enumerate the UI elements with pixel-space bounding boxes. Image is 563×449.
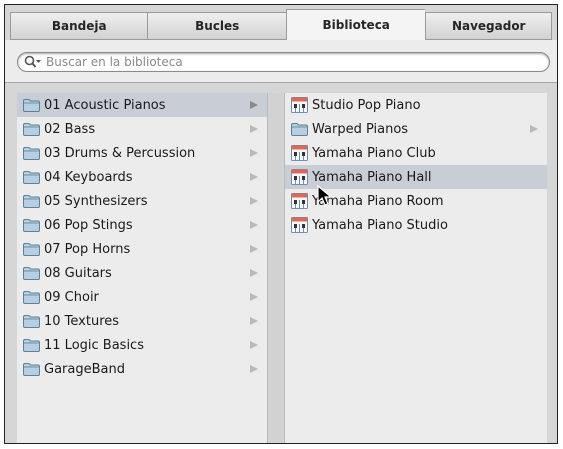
search-input[interactable]	[42, 55, 506, 69]
patch-item[interactable]: Yamaha Piano Hall	[285, 165, 547, 189]
submenu-arrow-icon	[250, 221, 258, 229]
patch-label: Yamaha Piano Club	[312, 145, 436, 161]
folder-icon	[23, 242, 40, 256]
category-label: 05 Synthesizers	[44, 193, 148, 209]
folder-icon	[23, 362, 40, 376]
patch-icon	[291, 97, 308, 113]
category-label: 01 Acoustic Pianos	[44, 97, 166, 113]
patch-label: Studio Pop Piano	[312, 97, 421, 113]
submenu-arrow-icon	[250, 173, 258, 181]
folder-icon	[23, 338, 40, 352]
tab-bucles[interactable]: Bucles	[147, 12, 286, 40]
category-item[interactable]: 08 Guitars	[17, 261, 267, 285]
tab-label: Bandeja	[51, 19, 107, 33]
tab-bar: Bandeja Bucles Biblioteca Navegador	[10, 9, 552, 40]
folder-icon	[23, 266, 40, 280]
category-label: 09 Choir	[44, 289, 99, 305]
search-field[interactable]	[17, 52, 550, 72]
submenu-arrow-icon	[250, 149, 258, 157]
patch-item[interactable]: Yamaha Piano Club	[285, 141, 547, 165]
category-label: 07 Pop Horns	[44, 241, 131, 257]
patch-item[interactable]: Studio Pop Piano	[285, 93, 547, 117]
category-label: 06 Pop Stings	[44, 217, 133, 233]
category-item[interactable]: 01 Acoustic Pianos	[17, 93, 267, 117]
library-panel: Bandeja Bucles Biblioteca Navegador 01 A…	[4, 4, 558, 444]
folder-icon	[23, 218, 40, 232]
patch-icon	[291, 217, 308, 233]
patch-label: Warped Pianos	[312, 121, 409, 137]
submenu-arrow-icon	[250, 245, 258, 253]
patch-icon	[291, 193, 308, 209]
folder-icon	[23, 194, 40, 208]
patch-icon	[291, 145, 308, 161]
patch-label: Yamaha Piano Hall	[312, 169, 432, 185]
tab-navegador[interactable]: Navegador	[425, 12, 552, 40]
submenu-arrow-icon	[530, 125, 538, 133]
category-label: 08 Guitars	[44, 265, 112, 281]
patch-item[interactable]: Yamaha Piano Room	[285, 189, 547, 213]
submenu-arrow-icon	[250, 101, 258, 109]
submenu-arrow-icon	[250, 293, 258, 301]
tab-label: Biblioteca	[322, 18, 390, 32]
category-item[interactable]: 06 Pop Stings	[17, 213, 267, 237]
patch-item[interactable]: Warped Pianos	[285, 117, 547, 141]
patch-icon	[291, 169, 308, 185]
submenu-arrow-icon	[250, 197, 258, 205]
patch-label: Yamaha Piano Room	[312, 193, 444, 209]
category-item[interactable]: 07 Pop Horns	[17, 237, 267, 261]
submenu-arrow-icon	[250, 317, 258, 325]
patch-item[interactable]: Yamaha Piano Studio	[285, 213, 547, 237]
category-label: GarageBand	[44, 361, 125, 377]
tab-bandeja[interactable]: Bandeja	[10, 12, 148, 40]
patch-label: Yamaha Piano Studio	[312, 217, 448, 233]
tab-label: Navegador	[451, 19, 526, 33]
category-item[interactable]: 04 Keyboards	[17, 165, 267, 189]
folder-icon	[291, 122, 308, 136]
category-list: 01 Acoustic Pianos 02 Bass 03 Drums & Perc…	[17, 93, 268, 443]
category-item[interactable]: 02 Bass	[17, 117, 267, 141]
category-label: 11 Logic Basics	[44, 337, 144, 353]
submenu-arrow-icon	[250, 269, 258, 277]
submenu-arrow-icon	[250, 341, 258, 349]
category-label: 04 Keyboards	[44, 169, 133, 185]
category-item[interactable]: 03 Drums & Percussion	[17, 141, 267, 165]
submenu-arrow-icon	[250, 125, 258, 133]
folder-icon	[23, 314, 40, 328]
patch-list: Studio Pop Piano Warped Pianos Yamaha Pian…	[284, 93, 547, 443]
folder-icon	[23, 98, 40, 112]
category-item[interactable]: 11 Logic Basics	[17, 333, 267, 357]
submenu-arrow-icon	[250, 365, 258, 373]
category-label: 02 Bass	[44, 121, 96, 137]
category-item[interactable]: GarageBand	[17, 357, 267, 381]
category-item[interactable]: 09 Choir	[17, 285, 267, 309]
tab-label: Bucles	[195, 19, 240, 33]
category-label: 10 Textures	[44, 313, 120, 329]
search-bar	[5, 40, 557, 83]
magnifier-dropdown-icon[interactable]	[24, 55, 42, 69]
folder-icon	[23, 122, 40, 136]
folder-icon	[23, 170, 40, 184]
column-divider[interactable]	[268, 93, 283, 443]
folder-icon	[23, 146, 40, 160]
folder-icon	[23, 290, 40, 304]
category-label: 03 Drums & Percussion	[44, 145, 196, 161]
category-item[interactable]: 10 Textures	[17, 309, 267, 333]
category-item[interactable]: 05 Synthesizers	[17, 189, 267, 213]
tab-biblioteca[interactable]: Biblioteca	[285, 9, 426, 40]
